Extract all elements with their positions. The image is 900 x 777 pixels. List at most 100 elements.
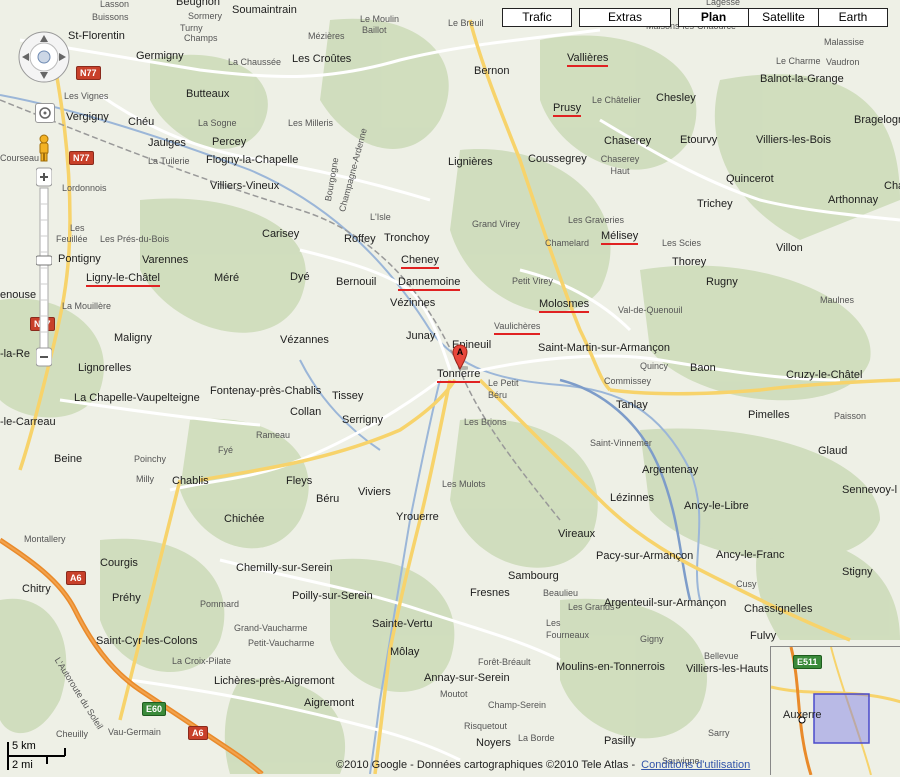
place-label: Lichères-près-Aigremont xyxy=(214,675,335,687)
satellite-button[interactable]: Satellite xyxy=(749,8,819,27)
plan-button[interactable]: Plan xyxy=(678,8,749,27)
place-label: Poinchy xyxy=(134,454,167,464)
target-icon xyxy=(39,107,51,119)
place-label: La Borde xyxy=(518,733,555,743)
place-label: Les Vignes xyxy=(64,91,109,101)
place-label: Maligny xyxy=(114,332,152,344)
road-shield-n77: N77 xyxy=(76,66,101,80)
place-label: Môlay xyxy=(390,646,420,658)
place-label: Dyé xyxy=(290,271,310,283)
place-label: Stigny xyxy=(842,566,873,578)
place-label: Vergigny xyxy=(66,111,109,123)
place-label: Jaulges xyxy=(148,137,186,149)
place-label-highlighted: Vaulichères xyxy=(494,320,541,335)
place-label: Lézinnes xyxy=(610,492,655,504)
place-label: Champs xyxy=(184,33,218,43)
place-label: Saint-Cyr-les-Colons xyxy=(96,635,198,647)
overview-map[interactable]: E511 Auxerre xyxy=(770,646,900,775)
road-shield-e511: E511 xyxy=(793,655,822,669)
place-label: Ancy-le-Franc xyxy=(716,549,785,561)
road-shield-e60: E60 xyxy=(142,702,167,716)
place-label: Annay-sur-Serein xyxy=(424,672,510,684)
place-label: L'Isle xyxy=(370,212,391,222)
place-label: Chichée xyxy=(224,513,265,525)
place-label: Grand-Vaucharme xyxy=(234,623,308,633)
place-label: La Tuilerie xyxy=(148,156,190,166)
place-label: Bernouil xyxy=(336,276,377,288)
map-canvas[interactable]: N77 N77 N77 A6 A6 E60 L'Autoroute du Sol… xyxy=(0,0,900,774)
pan-control[interactable] xyxy=(17,30,71,84)
place-label: Les Fourneaux xyxy=(546,618,590,640)
place-label: Butteaux xyxy=(186,88,230,100)
viewport-box xyxy=(813,693,870,744)
place-label: Saint-Martin-sur-Armançon xyxy=(538,342,671,354)
place-label: Chamelard xyxy=(545,238,590,248)
place-label: Balnot-la-Grange xyxy=(760,73,844,85)
place-label: Sarry xyxy=(708,728,730,738)
map-type-controls: Trafic Extras Plan Satellite Earth xyxy=(502,8,888,27)
place-label: Percey xyxy=(212,136,247,148)
place-label: Serrigny xyxy=(342,414,383,426)
place-label: La Chapelle-Vaupelteigne xyxy=(74,392,200,404)
place-label: Petit Virey xyxy=(512,276,553,286)
place-label: Noyers xyxy=(476,737,511,749)
place-label: Le Châtelier xyxy=(592,95,641,105)
place-label: Maulnes xyxy=(820,295,855,305)
road-shield-n77: N77 xyxy=(69,151,94,165)
place-label: Sainte-Vertu xyxy=(372,618,433,630)
place-label-highlighted: Ligny-le-Châtel xyxy=(86,272,160,287)
place-label: Beaulieu xyxy=(543,588,579,598)
place-label: Milly xyxy=(136,474,154,484)
place-label: Junay xyxy=(406,330,436,342)
place-label: Beine xyxy=(54,453,83,465)
place-label: Le Charme xyxy=(776,56,821,66)
place-label: Les Mulots xyxy=(442,479,486,489)
copyright-text: ©2010 Google - Données cartographiques ©… xyxy=(336,759,636,771)
place-label: Tronchoy xyxy=(384,232,430,244)
place-label: Baillot xyxy=(362,25,387,35)
place-label-highlighted: Molosmes xyxy=(539,298,590,313)
place-label: Béru xyxy=(316,493,340,505)
pegman-button[interactable] xyxy=(36,134,52,162)
place-label: Argentenay xyxy=(642,464,699,476)
place-label: La Mouillère xyxy=(62,301,112,311)
place-label-highlighted: Tonnerre xyxy=(437,368,481,383)
place-label: Poilly-sur-Serein xyxy=(292,590,373,602)
place-label: Les Graveries xyxy=(568,215,625,225)
place-label: Fyé xyxy=(218,445,234,455)
place-label: Fulvy xyxy=(750,630,777,642)
place-label: Quincerot xyxy=(726,173,774,185)
traffic-button[interactable]: Trafic xyxy=(502,8,572,27)
place-label: Saint-Vinnemer xyxy=(590,438,652,448)
place-label: Quincy xyxy=(640,361,669,371)
place-label: Courseau xyxy=(0,153,40,163)
place-label: Fresnes xyxy=(470,587,510,599)
place-label: Lignorelles xyxy=(78,362,132,374)
place-label: Le Petit Béru xyxy=(488,378,519,400)
terms-link[interactable]: Conditions d'utilisation xyxy=(641,759,750,771)
hand-icon xyxy=(37,50,51,64)
marker-letter: A xyxy=(457,347,464,357)
place-label: Soumaintrain xyxy=(232,4,297,16)
place-label: Viviers xyxy=(358,486,391,498)
place-label: Forêt-Bréault xyxy=(478,657,531,667)
zoom-to-location-button[interactable] xyxy=(35,103,55,123)
place-label: Ancy-le-Libre xyxy=(684,500,749,512)
place-label: Chau xyxy=(884,180,900,192)
earth-button[interactable]: Earth xyxy=(819,8,888,27)
place-label: Chassignelles xyxy=(744,603,813,615)
place-label: Pacy-sur-Armançon xyxy=(596,550,694,562)
extras-button[interactable]: Extras xyxy=(579,8,671,27)
zoom-slider[interactable] xyxy=(35,164,53,376)
place-label: Pasilly xyxy=(604,735,636,747)
place-label: Paisson xyxy=(834,411,867,421)
place-label: Cruzy-le-Châtel xyxy=(786,369,863,381)
place-label: Yrouerre xyxy=(396,511,439,523)
place-label: Montallery xyxy=(24,534,66,544)
place-label: Risquetout xyxy=(464,721,508,731)
place-label: Les Prés-du-Bois xyxy=(100,234,170,244)
place-label: Pontigny xyxy=(58,253,101,265)
location-marker-a[interactable]: A xyxy=(452,344,470,370)
place-label: Bernon xyxy=(474,65,510,77)
place-label: Pommard xyxy=(200,599,240,609)
